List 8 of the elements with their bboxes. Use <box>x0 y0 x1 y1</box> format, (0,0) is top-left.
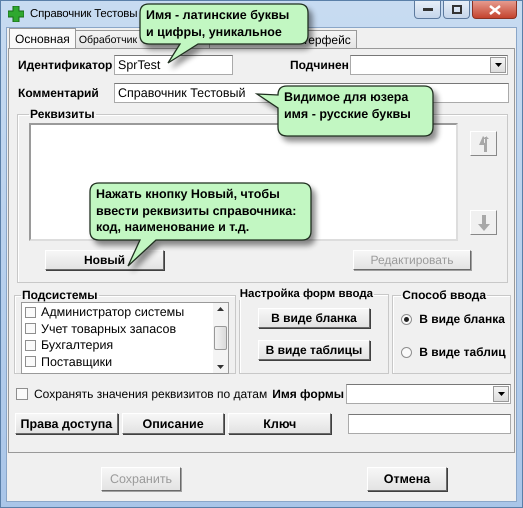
group-title: Настройка форм ввода <box>238 288 374 300</box>
group-title: Подсистемы <box>21 288 98 302</box>
group-title: Способ ввода <box>401 288 488 302</box>
field-label: Идентификатор <box>18 58 114 72</box>
field-label: Имя формы <box>272 387 346 401</box>
window-title: Справочник Тестовы <box>30 8 138 20</box>
field-label: Комментарий <box>18 86 100 100</box>
group-title: Реквизиты <box>29 107 96 121</box>
